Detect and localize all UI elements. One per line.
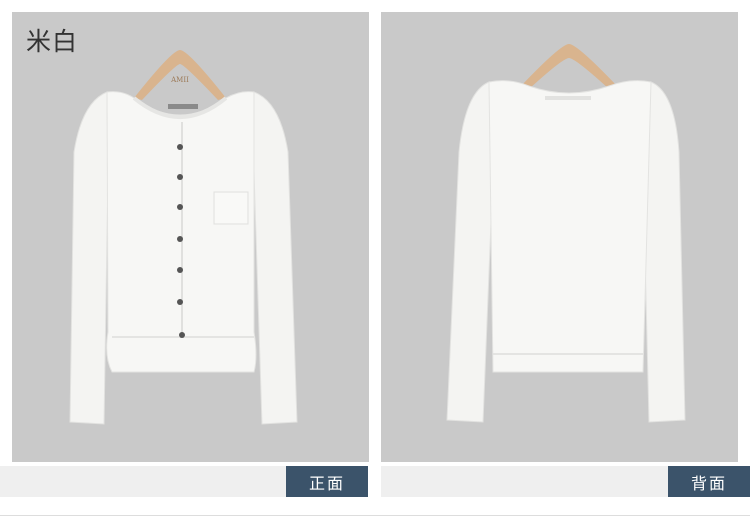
left-sleeve bbox=[69, 91, 109, 425]
chest-pocket bbox=[213, 191, 249, 225]
back-caption-bar: 背面 bbox=[381, 466, 750, 497]
back-neck-tape bbox=[545, 96, 591, 100]
divider bbox=[0, 515, 750, 516]
hanger-front: AMII bbox=[134, 50, 226, 100]
front-view-tag: 正面 bbox=[286, 466, 368, 497]
svg-text:AMII: AMII bbox=[170, 76, 189, 84]
back-view-tag: 背面 bbox=[668, 466, 750, 497]
color-label: 米白 bbox=[26, 27, 79, 56]
neck-label bbox=[168, 104, 198, 109]
front-view-panel: AMII 米白 bbox=[12, 12, 369, 462]
front-view-photo: AMII bbox=[69, 50, 298, 425]
back-left-sleeve bbox=[446, 81, 494, 423]
cardigan-back-body bbox=[488, 80, 652, 373]
right-sleeve bbox=[253, 91, 298, 425]
front-caption-bar: 正面 bbox=[0, 466, 368, 497]
back-view-photo bbox=[446, 44, 686, 423]
back-view-panel bbox=[381, 12, 738, 462]
hanger-back bbox=[521, 44, 617, 89]
